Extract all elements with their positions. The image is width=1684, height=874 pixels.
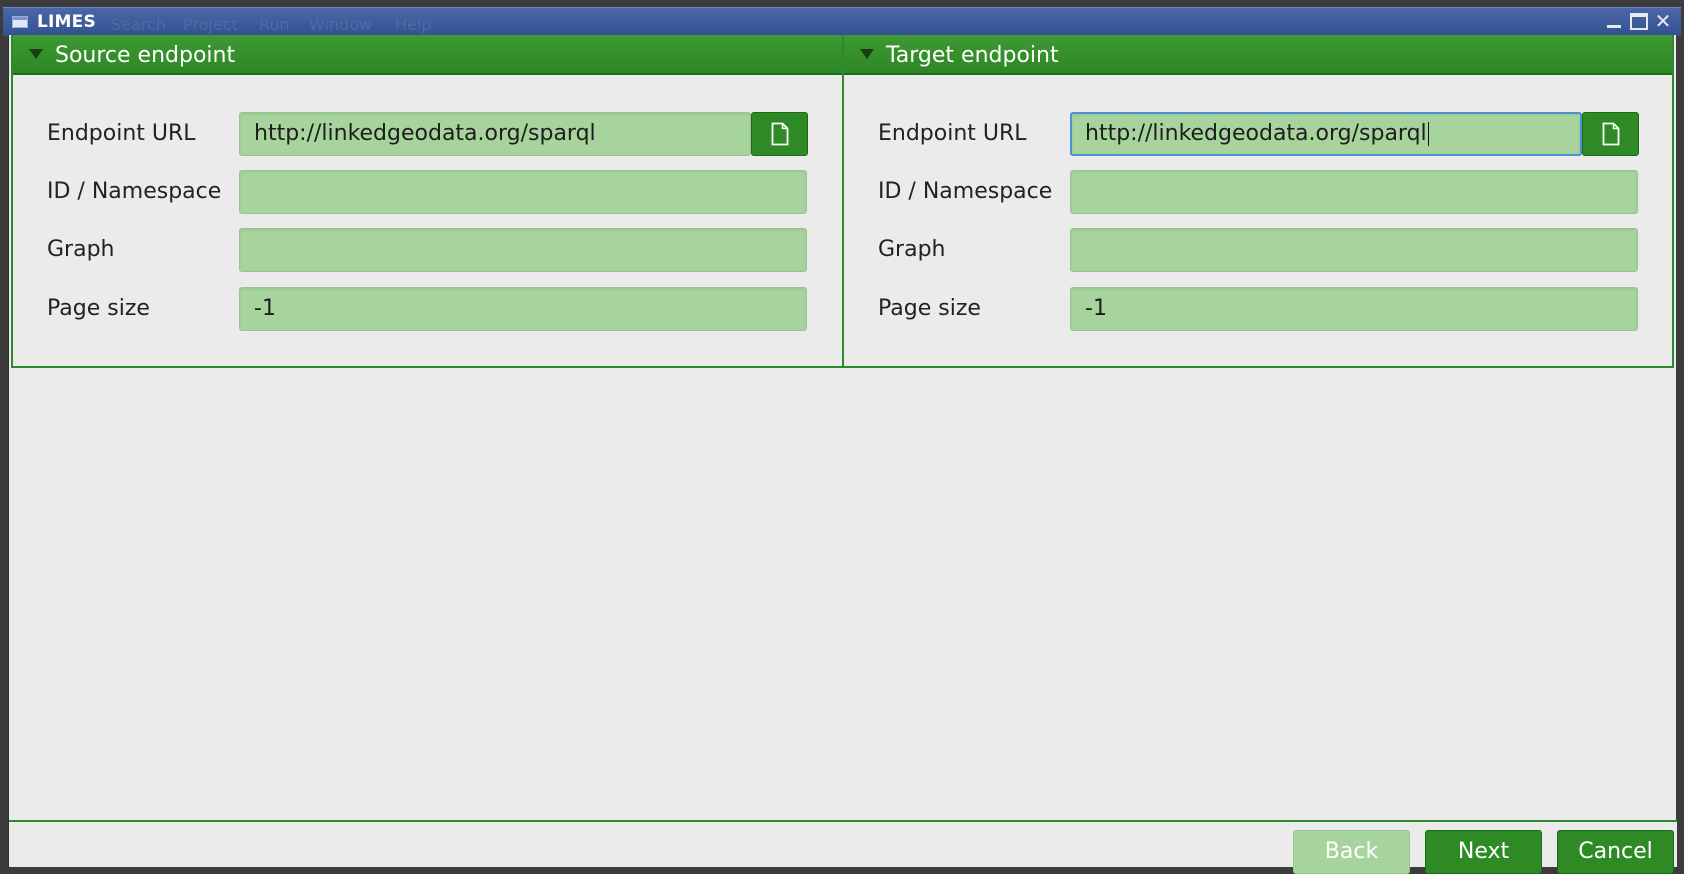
source-id-namespace-input[interactable] [239, 170, 807, 214]
collapse-triangle-down-icon[interactable] [29, 49, 43, 59]
menu-project[interactable]: Project [183, 15, 238, 34]
target-endpoint-pane: Target endpoint Endpoint URL http://link… [842, 35, 1674, 368]
document-icon [1602, 122, 1620, 146]
minimize-icon[interactable] [1605, 13, 1623, 30]
menu-help[interactable]: Help [395, 15, 431, 34]
app-window-icon[interactable] [12, 16, 28, 28]
source-endpoint-title: Source endpoint [55, 43, 236, 68]
target-endpoint-url-label: Endpoint URL [878, 121, 1027, 146]
source-graph-input[interactable] [239, 228, 807, 272]
target-endpoint-header[interactable]: Target endpoint [844, 35, 1672, 75]
text-cursor [1427, 122, 1429, 146]
back-button[interactable]: Back [1293, 830, 1410, 874]
wizard-footer: Back Next Cancel [9, 820, 1677, 874]
menu-window[interactable]: Window [309, 15, 372, 34]
target-endpoint-url-text: http://linkedgeodata.org/sparql [1085, 121, 1427, 146]
window-title: LIMES [37, 12, 96, 32]
menu-search[interactable]: Search [111, 15, 166, 34]
menu-run[interactable]: Run [259, 15, 290, 34]
target-id-namespace-input[interactable] [1070, 170, 1638, 214]
maximize-icon[interactable] [1630, 13, 1648, 30]
next-button[interactable]: Next [1425, 830, 1542, 874]
target-page-size-input[interactable]: -1 [1070, 287, 1638, 331]
source-id-namespace-label: ID / Namespace [47, 179, 222, 204]
collapse-triangle-down-icon[interactable] [860, 49, 874, 59]
source-endpoint-pane: Source endpoint Endpoint URL http://link… [11, 35, 844, 368]
source-endpoint-header[interactable]: Source endpoint [13, 35, 842, 75]
target-endpoint-url-input[interactable]: http://linkedgeodata.org/sparql [1070, 112, 1582, 156]
target-page-size-label: Page size [878, 296, 981, 321]
source-graph-label: Graph [47, 237, 115, 262]
target-graph-label: Graph [878, 237, 946, 262]
source-page-size-label: Page size [47, 296, 150, 321]
source-page-size-input[interactable]: -1 [239, 287, 807, 331]
source-endpoint-url-label: Endpoint URL [47, 121, 196, 146]
document-icon [771, 122, 789, 146]
title-bar[interactable]: LIMES Search Project Run Window Help ✕ [3, 7, 1681, 36]
target-graph-input[interactable] [1070, 228, 1638, 272]
source-endpoint-url-input[interactable]: http://linkedgeodata.org/sparql [239, 112, 751, 156]
app-window: LIMES Search Project Run Window Help ✕ S… [0, 0, 1684, 874]
close-icon[interactable]: ✕ [1654, 11, 1672, 31]
target-id-namespace-label: ID / Namespace [878, 179, 1053, 204]
wizard-content: Source endpoint Endpoint URL http://link… [8, 35, 1677, 874]
cancel-button[interactable]: Cancel [1557, 830, 1674, 874]
target-endpoint-title: Target endpoint [886, 43, 1059, 68]
target-file-picker-button[interactable] [1582, 112, 1639, 156]
source-file-picker-button[interactable] [751, 112, 808, 156]
